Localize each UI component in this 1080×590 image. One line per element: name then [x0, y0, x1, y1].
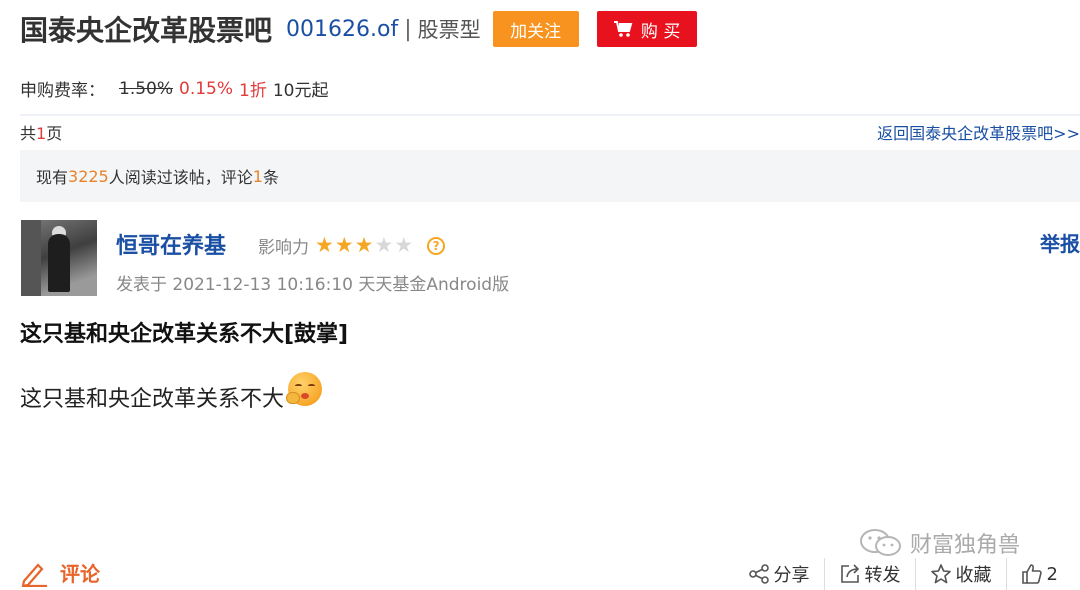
fund-type: 股票型 [417, 18, 481, 42]
help-icon[interactable]: ? [427, 236, 446, 255]
avatar-body [48, 234, 70, 292]
influence: 影响力 ★ ★ ★ ★ ★ ? [258, 233, 446, 258]
influence-stars: ★ ★ ★ ★ ★ [315, 235, 413, 256]
fee-row: 申购费率： 1.50% 0.15% 1折 10元起 [20, 76, 329, 102]
page-suffix: 页 [46, 124, 63, 143]
thumbs-up-icon [1021, 564, 1042, 584]
clap-emoji-icon [286, 372, 323, 406]
repost-label: 转发 [864, 565, 901, 586]
fund-code[interactable]: 001626.of [286, 17, 398, 42]
fee-discount: 1折 [239, 81, 267, 101]
buy-label: 购 买 [640, 21, 681, 42]
page-count: 共1页 [20, 120, 62, 144]
share-button[interactable]: 分享 [734, 558, 824, 590]
repost-icon [840, 564, 859, 583]
favorite-label: 收藏 [955, 565, 992, 586]
wechat-icon [860, 529, 901, 556]
watermark-text: 财富独角兽 [910, 533, 1021, 558]
fee-new-rate: 0.15% [179, 78, 234, 99]
comment-label: 评论 [60, 562, 100, 586]
comment-button[interactable]: 评论 [20, 558, 100, 587]
avatar-bg [21, 220, 41, 296]
page-prefix: 共 [20, 124, 37, 143]
favorite-button[interactable]: 收藏 [914, 558, 1006, 590]
buy-button[interactable]: 购 买 [596, 11, 697, 47]
comment-count: 1 [252, 166, 263, 186]
influence-star-icon: ★ [334, 233, 354, 257]
report-link[interactable]: 举报 [1040, 228, 1080, 257]
star-icon [930, 564, 951, 584]
divider [20, 114, 1080, 116]
influence-star-icon: ★ [374, 233, 394, 257]
influence-star-icon: ★ [315, 233, 334, 257]
post-actions: 分享 转发 收藏 2 [734, 558, 1072, 590]
watermark: 财富独角兽 [858, 527, 1020, 559]
fee-min: 10元起 [272, 81, 329, 101]
post-body-text: 这只基和央企改革关系不大 [20, 387, 285, 412]
follow-button[interactable]: 加关注 [492, 11, 579, 47]
stats-prefix: 现有 [36, 168, 69, 187]
share-label: 分享 [773, 565, 810, 586]
stats-bar: 现有 3225 人阅读过该帖，评论 1 条 [20, 150, 1080, 202]
page-number: 1 [36, 124, 47, 143]
fee-old-rate: 1.50% [119, 78, 174, 99]
like-button[interactable]: 2 [1005, 558, 1072, 590]
post-meta: 发表于 2021-12-13 10:16:10 天天基金Android版 [116, 275, 510, 295]
reader-count: 3225 [68, 166, 109, 186]
bar-title[interactable]: 国泰央企改革股票吧 [20, 9, 272, 49]
pen-icon [21, 562, 47, 587]
cart-icon [613, 21, 633, 37]
stats-mid: 人阅读过该帖，评论 [108, 168, 253, 187]
header: 国泰央企改革股票吧 001626.of | 股票型 加关注 购 买 [20, 10, 697, 48]
share-icon [748, 564, 769, 584]
post-title: 这只基和央企改革关系不大[鼓掌] [20, 322, 349, 347]
avatar[interactable] [21, 220, 97, 296]
repost-button[interactable]: 转发 [823, 558, 915, 590]
separator: | [404, 16, 412, 42]
pagination-row: 共1页 返回国泰央企改革股票吧>> [20, 120, 1080, 144]
stats-suffix: 条 [262, 168, 279, 187]
back-to-bar-link[interactable]: 返回国泰央企改革股票吧>> [877, 120, 1080, 144]
influence-star-icon: ★ [354, 233, 374, 257]
post-body: 这只基和央企改革关系不大 [20, 372, 323, 414]
influence-star-icon: ★ [394, 233, 414, 257]
username[interactable]: 恒哥在养基 [116, 228, 226, 260]
fee-label: 申购费率： [20, 81, 105, 101]
influence-label: 影响力 [258, 238, 309, 258]
like-count: 2 [1046, 563, 1058, 585]
